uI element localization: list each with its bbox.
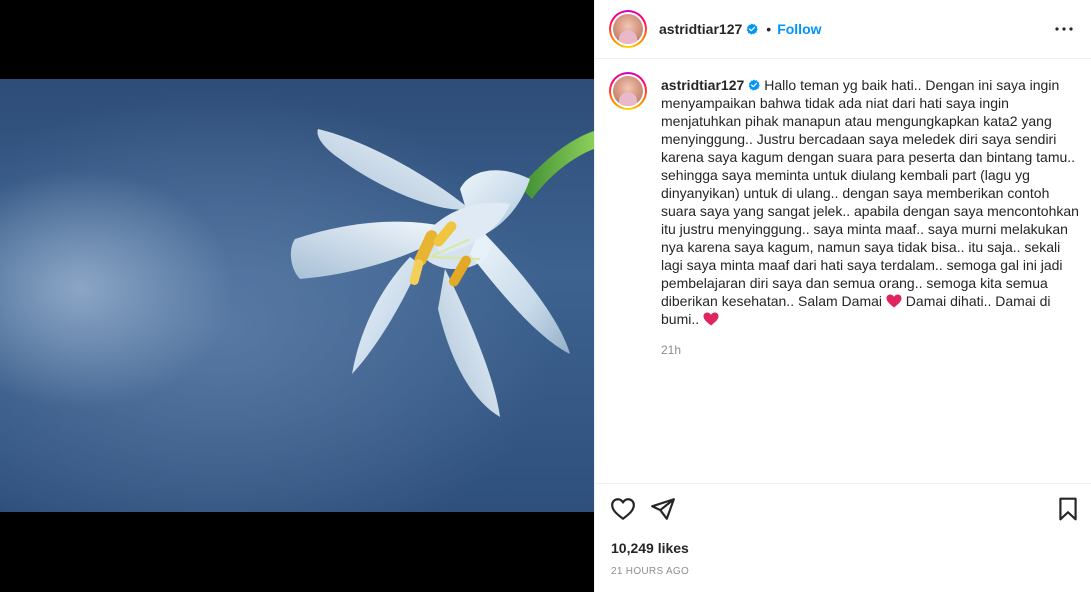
post-details-panel: astridtiar127 • Follow astridtiar127 Hall… xyxy=(594,0,1091,592)
verified-badge-icon xyxy=(746,23,759,35)
caption-author-avatar[interactable] xyxy=(609,72,647,110)
caption-body: Hallo teman yg baik hati.. Dengan ini sa… xyxy=(661,77,1083,309)
comments-section[interactable]: astridtiar127 Hallo teman yg baik hati.. … xyxy=(595,60,1091,483)
heart-emoji-icon xyxy=(703,312,719,326)
verified-badge-icon xyxy=(748,79,761,91)
likes-count[interactable]: 10,249 likes xyxy=(611,540,689,556)
post-header: astridtiar127 • Follow xyxy=(595,0,1091,59)
author-avatar[interactable] xyxy=(609,10,647,48)
separator-dot: • xyxy=(766,21,772,37)
avatar-image xyxy=(613,14,643,44)
heart-emoji-icon xyxy=(886,294,902,308)
post-timestamp[interactable]: 21 HOURS AGO xyxy=(611,566,689,577)
post-actions: 10,249 likes 21 HOURS AGO xyxy=(595,483,1091,592)
caption-timestamp[interactable]: 21h xyxy=(661,343,681,357)
author-username[interactable]: astridtiar127 xyxy=(659,21,742,37)
follow-button[interactable]: Follow xyxy=(777,21,821,37)
bookmark-icon[interactable] xyxy=(1055,496,1081,522)
avatar-image xyxy=(613,76,643,106)
lily-flower-image xyxy=(290,129,594,417)
author-info: astridtiar127 • Follow xyxy=(659,21,822,37)
caption-text: astridtiar127 Hallo teman yg baik hati.. … xyxy=(661,76,1079,328)
post-image xyxy=(0,79,594,512)
caption-username[interactable]: astridtiar127 xyxy=(661,77,744,93)
post-media[interactable] xyxy=(0,0,594,592)
heart-icon[interactable] xyxy=(610,496,636,522)
share-icon[interactable] xyxy=(650,496,676,522)
more-options-icon[interactable] xyxy=(1054,19,1074,39)
